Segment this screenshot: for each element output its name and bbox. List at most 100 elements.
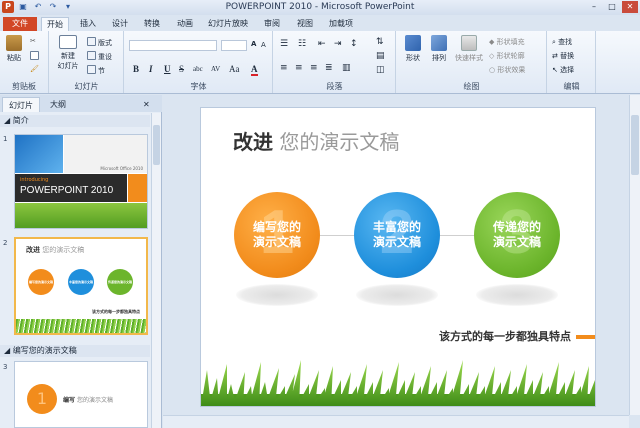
paste-button[interactable]: 粘贴 [4, 35, 24, 63]
bullets-icon[interactable]: ☰ [280, 39, 288, 49]
font-name-combo[interactable] [129, 40, 217, 51]
slide-title-bold: 改进 [233, 130, 273, 154]
strikethrough-button[interactable]: S [179, 64, 184, 74]
slide-caption[interactable]: 该方式的每一步都独具特点 [439, 328, 571, 344]
close-pane-icon[interactable]: ✕ [143, 97, 150, 112]
numbering-icon[interactable]: ☷ [298, 39, 306, 49]
quick-styles-button[interactable]: 快速样式 [453, 35, 485, 63]
text-shadow-button[interactable]: abc [193, 65, 203, 73]
thumb3-title: 编写 您的演示文稿 [63, 395, 113, 404]
increase-indent-icon[interactable]: ⇥ [334, 39, 342, 49]
editor-vertical-scrollbar[interactable] [629, 95, 640, 415]
shape-effects-label: 形状效果 [497, 66, 526, 74]
reset-icon [87, 51, 96, 60]
align-left-icon[interactable]: ≡ [280, 63, 288, 73]
section-button[interactable]: 节 [87, 65, 105, 76]
close-window-icon[interactable]: ✕ [622, 1, 638, 13]
layout-button[interactable]: 版式 [87, 37, 112, 48]
drawing-group: 形状 排列 快速样式 ◆ 形状填充 ◇ 形状轮廓 ○ 形状效果 绘图 [397, 31, 547, 93]
shrink-font-icon[interactable]: A [261, 41, 266, 49]
editor-scroll-thumb[interactable] [631, 115, 639, 175]
justify-icon[interactable]: ≣ [325, 63, 333, 73]
tab-outline-pane[interactable]: 大纲 [44, 97, 72, 112]
slides-pane-scrollbar[interactable] [151, 113, 161, 428]
shape-fill-button[interactable]: ◆ 形状填充 [489, 37, 525, 47]
copy-icon[interactable] [30, 51, 41, 61]
step-circle-compose[interactable]: 1 编写您的 演示文稿 [234, 192, 320, 278]
layout-icon [87, 37, 96, 46]
section-header-compose[interactable]: ◢ 编写您的演示文稿 [0, 345, 150, 357]
align-text-icon[interactable]: ▤ [376, 51, 385, 61]
select-label: 选择 [560, 66, 575, 74]
shape-effects-button[interactable]: ○ 形状效果 [489, 65, 525, 75]
select-button[interactable]: ↖ 选择 [552, 65, 574, 75]
tab-slideshow[interactable]: 幻灯片放映 [206, 17, 250, 31]
tab-view[interactable]: 视图 [294, 17, 316, 31]
tab-design[interactable]: 设计 [109, 17, 131, 31]
shapes-button[interactable]: 形状 [401, 35, 425, 63]
align-right-icon[interactable]: ≡ [310, 63, 318, 73]
window-title: POWERPOINT 2010 - Microsoft PowerPoint [225, 2, 415, 12]
find-icon: ⌕ [552, 38, 556, 46]
tab-file[interactable]: 文件 [3, 17, 37, 31]
maximize-icon[interactable]: □ [604, 1, 620, 13]
text-direction-icon[interactable]: ⇅ [376, 37, 384, 47]
underline-button[interactable]: U [164, 64, 171, 74]
decrease-indent-icon[interactable]: ⇤ [318, 39, 326, 49]
new-slide-button[interactable]: 新建 幻灯片 [54, 35, 82, 71]
cut-icon[interactable]: ✂ [30, 37, 36, 45]
find-button[interactable]: ⌕ 查找 [552, 37, 572, 47]
circle-2-shadow [356, 284, 438, 306]
reset-button[interactable]: 重设 [87, 51, 112, 62]
step-circle-enrich[interactable]: 2 丰富您的 演示文稿 [354, 192, 440, 278]
tab-transitions[interactable]: 转换 [141, 17, 163, 31]
grass-decoration [201, 360, 595, 406]
ribbon-tab-bar: 文件 开始 插入 设计 转换 动画 幻灯片放映 审阅 视图 加载项 [0, 15, 640, 31]
replace-button[interactable]: ⇄ 替换 [552, 51, 574, 61]
format-painter-icon[interactable]: 🖌 [30, 65, 39, 73]
slide-thumbnail-1[interactable]: Microsoft Office 2010 introducing POWERP… [14, 134, 148, 229]
grow-font-icon[interactable]: A [251, 40, 256, 48]
arrange-button[interactable]: 排列 [427, 35, 451, 63]
clipboard-group-label: 剪贴板 [12, 82, 36, 91]
italic-button[interactable]: I [149, 64, 153, 74]
window-controls: – □ ✕ [586, 1, 638, 13]
slide-title[interactable]: 改进 您的演示文稿 [233, 126, 399, 155]
tab-slides-pane[interactable]: 幻灯片 [2, 97, 40, 112]
tab-home[interactable]: 开始 [41, 17, 69, 31]
section-header-intro[interactable]: ◢ 简介 [0, 115, 150, 127]
bold-button[interactable]: B [133, 64, 139, 74]
thumb1-green-strip [15, 203, 147, 228]
font-size-combo[interactable] [221, 40, 247, 51]
shape-outline-button[interactable]: ◇ 形状轮廓 [489, 51, 525, 61]
tab-insert[interactable]: 插入 [77, 17, 99, 31]
font-color-button[interactable]: A [251, 64, 258, 76]
tab-animations[interactable]: 动画 [174, 17, 196, 31]
align-center-icon[interactable]: ≡ [295, 63, 303, 73]
find-label: 查找 [558, 38, 573, 46]
slide-number-1: 1 [3, 135, 8, 143]
change-case-button[interactable]: Aa [229, 64, 240, 74]
columns-icon[interactable]: ▥ [342, 63, 351, 73]
char-spacing-button[interactable]: AV [211, 65, 220, 73]
replace-icon: ⇄ [552, 52, 558, 60]
smartart-icon[interactable]: ◫ [376, 65, 385, 75]
thumb3-title-rest: 您的演示文稿 [76, 397, 113, 404]
tab-review[interactable]: 审阅 [261, 17, 283, 31]
slides-pane-scroll-thumb[interactable] [153, 125, 160, 165]
shape-effects-icon: ○ [489, 66, 496, 74]
current-slide[interactable]: 改进 您的演示文稿 1 编写您的 演示文稿 2 丰富您的 演示文稿 3 传递您的… [201, 108, 595, 406]
layout-label: 版式 [98, 39, 112, 47]
tab-addins[interactable]: 加载项 [327, 17, 355, 31]
editor-horizontal-scrollbar[interactable] [163, 415, 629, 428]
quick-styles-label: 快速样式 [455, 54, 483, 62]
slide-thumbnail-2[interactable]: 改进 您的演示文稿 编写您的演示文稿 丰富您的演示文稿 传递您的演示文稿 该方式… [14, 237, 148, 335]
step-circle-deliver[interactable]: 3 传递您的 演示文稿 [474, 192, 560, 278]
slide-thumbnail-3[interactable]: 1 编写 您的演示文稿 [14, 361, 148, 428]
circle-3-line2: 演示文稿 [492, 235, 541, 249]
line-spacing-icon[interactable]: ↕ [350, 39, 358, 49]
minimize-icon[interactable]: – [586, 1, 602, 13]
arrange-icon [431, 35, 447, 51]
section-icon [87, 65, 96, 74]
paragraph-group: ☰ ☷ ⇤ ⇥ ↕ ≡ ≡ ≡ ≣ ▥ ⇅ ▤ ◫ 段落 [274, 31, 396, 93]
